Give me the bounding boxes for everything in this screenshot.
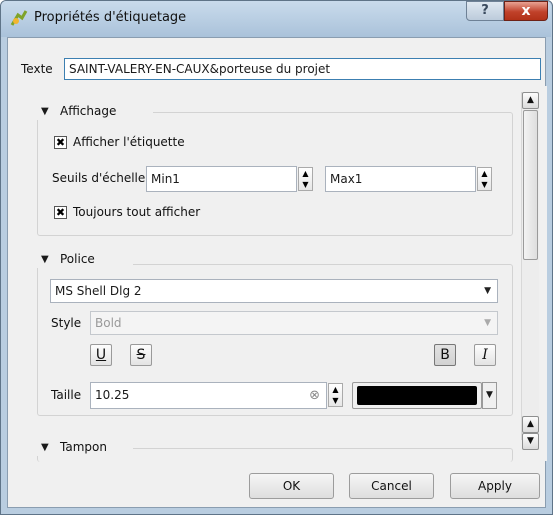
- up-arrow-icon[interactable]: ▲: [478, 168, 491, 179]
- show-label-text: Afficher l'étiquette: [73, 135, 185, 149]
- cancel-button[interactable]: Cancel: [349, 473, 434, 499]
- police-header[interactable]: ▼ Police: [33, 252, 133, 268]
- scale-min-input[interactable]: Min1: [146, 166, 297, 192]
- apply-button[interactable]: Apply: [450, 473, 540, 499]
- scroll-down-button[interactable]: ▼: [522, 433, 539, 450]
- text-label: Texte: [21, 62, 53, 76]
- tampon-header[interactable]: ▼ Tampon: [33, 440, 133, 456]
- affichage-header[interactable]: ▼ Affichage: [33, 104, 153, 120]
- size-value: 10.25: [95, 388, 130, 402]
- down-arrow-icon[interactable]: ▼: [329, 395, 342, 406]
- tampon-title: Tampon: [60, 440, 107, 454]
- color-swatch: [357, 386, 477, 405]
- down-arrow-icon[interactable]: ▼: [299, 179, 312, 190]
- window-bottom-border: [1, 508, 552, 514]
- expand-icon: ▼: [41, 254, 49, 265]
- strikeout-button[interactable]: S: [130, 344, 152, 366]
- font-value: MS Shell Dlg 2: [55, 284, 142, 298]
- italic-button[interactable]: I: [474, 344, 496, 366]
- ok-button[interactable]: OK: [249, 473, 334, 499]
- expand-icon: ▼: [41, 106, 49, 117]
- always-show-text: Toujours tout afficher: [73, 205, 201, 219]
- up-arrow-icon[interactable]: ▲: [329, 384, 342, 395]
- chevron-down-icon: ▼: [486, 390, 493, 400]
- size-spinner[interactable]: ▲ ▼: [328, 383, 343, 407]
- always-show-checkbox[interactable]: ✖: [54, 206, 67, 219]
- up-arrow-icon[interactable]: ▲: [299, 168, 312, 179]
- style-combobox: Bold ▼: [90, 311, 498, 335]
- size-label: Taille: [51, 388, 82, 402]
- expand-icon: ▼: [41, 442, 49, 453]
- text-input[interactable]: SAINT-VALERY-EN-CAUX&porteuse du projet: [64, 58, 541, 80]
- down-arrow-icon[interactable]: ▼: [478, 179, 491, 190]
- affichage-title: Affichage: [60, 104, 117, 118]
- style-label: Style: [51, 316, 82, 330]
- show-label-checkbox[interactable]: ✖: [54, 136, 67, 149]
- chevron-down-icon: ▼: [484, 318, 491, 328]
- close-button[interactable]: x: [504, 1, 548, 21]
- help-button[interactable]: ?: [466, 1, 504, 21]
- scale-label: Seuils d'échelle: [52, 171, 146, 185]
- scale-max-input[interactable]: Max1: [325, 166, 476, 192]
- font-combobox[interactable]: MS Shell Dlg 2 ▼: [50, 279, 498, 303]
- qgis-app-icon: [10, 10, 28, 26]
- window-title: Propriétés d'étiquetage: [34, 10, 187, 25]
- police-title: Police: [60, 252, 95, 266]
- bold-button[interactable]: B: [434, 344, 456, 366]
- style-value: Bold: [95, 316, 122, 330]
- color-dropdown[interactable]: ▼: [482, 382, 497, 409]
- underline-button[interactable]: U: [90, 344, 112, 366]
- scale-min-spinner[interactable]: ▲ ▼: [298, 167, 313, 191]
- clear-icon[interactable]: ⊗: [309, 383, 320, 408]
- scale-max-spinner[interactable]: ▲ ▼: [477, 167, 492, 191]
- scroll-thumb[interactable]: [523, 110, 538, 260]
- scroll-up-button[interactable]: ▲: [522, 92, 539, 109]
- chevron-down-icon: ▼: [484, 286, 491, 296]
- size-input[interactable]: 10.25 ⊗: [90, 382, 327, 409]
- font-color-button[interactable]: [352, 382, 482, 409]
- scroll-up-button[interactable]: ▲: [522, 416, 539, 433]
